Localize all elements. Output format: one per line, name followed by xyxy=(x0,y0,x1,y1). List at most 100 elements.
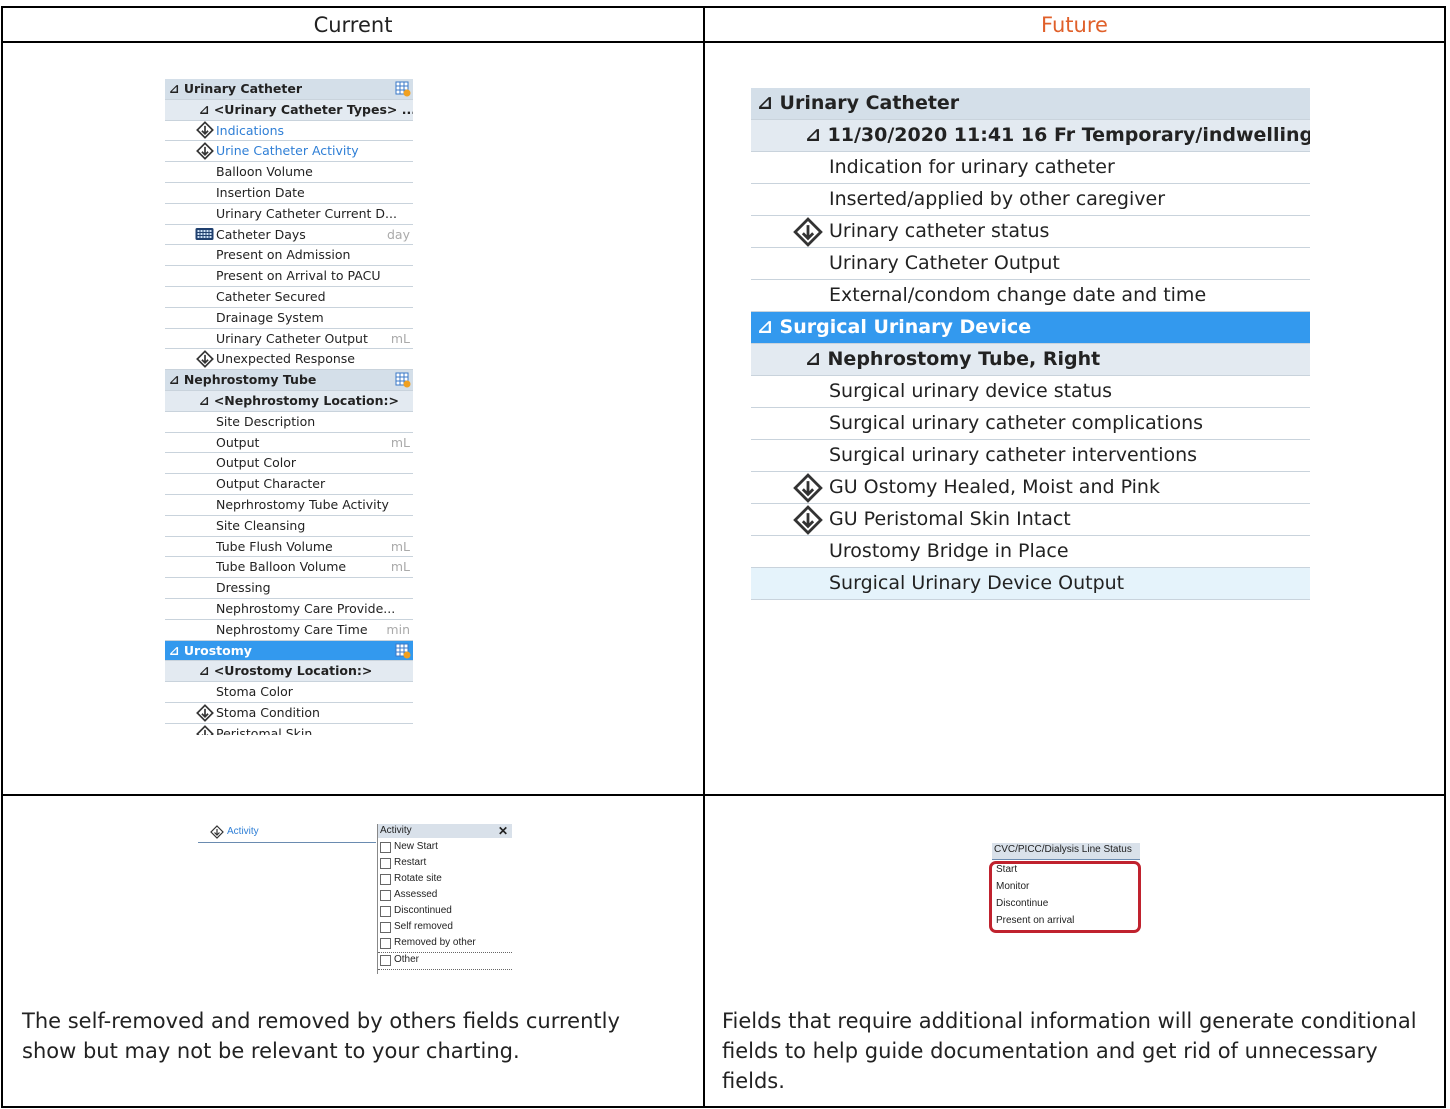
flowsheet-row[interactable]: Insertion Date xyxy=(165,183,413,204)
option-label: Restart xyxy=(394,857,427,868)
flowsheet-row[interactable]: Urinary Catheter Current D... xyxy=(165,204,413,225)
flowsheet-row[interactable]: Tube Flush Volume mL xyxy=(165,537,413,558)
flowsheet-row[interactable]: Neprhrostomy Tube Activity xyxy=(165,495,413,516)
group-header-row[interactable]: ⊿ Urostomy xyxy=(165,640,413,662)
diamond-down-icon xyxy=(196,121,214,140)
diamond-down-icon xyxy=(196,703,214,722)
activity-option[interactable]: Other xyxy=(378,952,512,970)
unit-label: mL xyxy=(390,538,410,554)
flowsheet-row[interactable]: Stoma Color xyxy=(165,682,413,703)
future-flowsheet-list: ⊿ Urinary Catheter ⊿ 11/30/2020 11:41 16 … xyxy=(751,88,1310,606)
activity-option[interactable]: Removed by other xyxy=(378,936,512,952)
checkbox[interactable] xyxy=(380,955,391,966)
row-label: Urinary Catheter Output xyxy=(216,330,368,346)
table-border-left xyxy=(1,6,3,1108)
option-label: Self removed xyxy=(394,921,453,932)
flowsheet-row[interactable]: Urinary catheter status xyxy=(751,216,1310,248)
flowsheet-row[interactable]: Indication for urinary catheter xyxy=(751,152,1310,184)
unit-label: mL xyxy=(390,434,410,450)
checkbox[interactable] xyxy=(380,842,391,853)
flowsheet-row[interactable]: Drainage System xyxy=(165,308,413,329)
table-column-divider xyxy=(703,6,705,1108)
row-label: Stoma Condition xyxy=(216,704,320,720)
checkbox[interactable] xyxy=(380,906,391,917)
checkbox[interactable] xyxy=(380,922,391,933)
row-label: Indication for urinary catheter xyxy=(829,156,1115,178)
flowsheet-row[interactable]: Tube Balloon Volume mL xyxy=(165,557,413,579)
flowsheet-row[interactable]: GU Ostomy Healed, Moist and Pink xyxy=(751,472,1310,504)
row-label: Peristomal Skin xyxy=(216,725,313,735)
table-border-right xyxy=(1444,6,1446,1108)
activity-option[interactable]: Assessed xyxy=(378,888,512,904)
flowsheet-row[interactable]: Urinary Catheter Output mL xyxy=(165,329,413,350)
activity-field-row[interactable]: Activity xyxy=(198,824,376,843)
activity-option[interactable]: Rotate site xyxy=(378,872,512,888)
row-label: Inserted/applied by other caregiver xyxy=(829,188,1166,210)
group-header-row[interactable]: ⊿ Urinary Catheter xyxy=(751,88,1310,120)
activity-option[interactable]: Self removed xyxy=(378,920,512,936)
row-label: GU Ostomy Healed, Moist and Pink xyxy=(829,476,1160,498)
flowsheet-row[interactable]: Urine Catheter Activity xyxy=(165,141,413,163)
group-header-row[interactable]: ⊿ Surgical Urinary Device xyxy=(751,312,1310,344)
checkbox[interactable] xyxy=(380,890,391,901)
row-label: Site Description xyxy=(216,413,316,429)
flowsheet-row[interactable]: Surgical Urinary Device Output xyxy=(751,568,1310,600)
flowsheet-row[interactable]: Surgical urinary catheter interventions xyxy=(751,440,1310,472)
row-label: Dressing xyxy=(216,580,271,596)
flowsheet-row[interactable]: Output mL xyxy=(165,433,413,454)
row-label: Urinary Catheter Current D... xyxy=(216,205,397,221)
row-label: Output xyxy=(216,434,260,450)
row-label: ⊿ Nephrostomy Tube, Right xyxy=(805,348,1101,370)
flowsheet-row[interactable]: Catheter Secured xyxy=(165,287,413,308)
flowsheet-row[interactable]: Site Description xyxy=(165,412,413,433)
row-label: Urinary catheter status xyxy=(829,220,1050,242)
flowsheet-row[interactable]: Output Color xyxy=(165,453,413,475)
option-label: Assessed xyxy=(394,889,438,900)
flowsheet-row[interactable]: Peristomal Skin xyxy=(165,724,413,735)
row-label: Unexpected Response xyxy=(216,351,355,367)
flowsheet-row[interactable]: GU Peristomal Skin Intact xyxy=(751,504,1310,536)
checkbox[interactable] xyxy=(380,858,391,869)
flowsheet-row[interactable]: Catheter Days day xyxy=(165,225,413,246)
flowsheet-row[interactable]: Nephrostomy Care Time min xyxy=(165,620,413,641)
subgroup-header-row[interactable]: ⊿ <Nephrostomy Location:> xyxy=(165,390,413,412)
row-label: Present on Admission xyxy=(216,247,351,263)
flowsheet-row[interactable]: Urostomy Bridge in Place xyxy=(751,536,1310,568)
flowsheet-row[interactable]: Output Character xyxy=(165,474,413,495)
grid-add-icon[interactable] xyxy=(395,643,411,659)
flowsheet-row[interactable]: Surgical urinary device status xyxy=(751,376,1310,408)
close-icon[interactable]: ✕ xyxy=(498,824,508,838)
checkbox[interactable] xyxy=(380,874,391,885)
flowsheet-row[interactable]: Stoma Condition xyxy=(165,703,413,724)
flowsheet-row[interactable]: Inserted/applied by other caregiver xyxy=(751,184,1310,216)
flowsheet-row[interactable]: Dressing xyxy=(165,578,413,599)
flowsheet-row[interactable]: Site Cleansing xyxy=(165,516,413,537)
row-label: ⊿ Urinary Catheter xyxy=(169,81,303,96)
flowsheet-row[interactable]: Surgical urinary catheter complications xyxy=(751,408,1310,440)
grid-add-icon[interactable] xyxy=(395,372,411,388)
activity-option[interactable]: Discontinued xyxy=(378,904,512,920)
flowsheet-row[interactable]: Nephrostomy Care Provide... xyxy=(165,599,413,620)
flowsheet-row[interactable]: Present on Admission xyxy=(165,245,413,267)
group-header-row[interactable]: ⊿ Urinary Catheter xyxy=(165,79,413,100)
checkbox[interactable] xyxy=(380,938,391,949)
activity-field-label: Activity xyxy=(227,826,259,837)
flowsheet-row[interactable]: External/condom change date and time xyxy=(751,280,1310,312)
subgroup-header-row[interactable]: ⊿ Nephrostomy Tube, Right xyxy=(751,344,1310,376)
activity-option[interactable]: New Start xyxy=(378,840,512,856)
subgroup-header-row[interactable]: ⊿ <Urinary Catheter Types> ... xyxy=(165,99,413,121)
subgroup-header-row[interactable]: ⊿ <Urostomy Location:> xyxy=(165,661,413,683)
row-label: Insertion Date xyxy=(216,184,305,200)
flowsheet-row[interactable]: Indications xyxy=(165,121,413,142)
diamond-down-icon xyxy=(793,472,823,503)
subgroup-header-row[interactable]: ⊿ 11/30/2020 11:41 16 Fr Temporary/indwe… xyxy=(751,120,1310,152)
grid-add-icon[interactable] xyxy=(395,81,411,97)
row-label: Output Color xyxy=(216,455,297,471)
activity-option[interactable]: Restart xyxy=(378,856,512,872)
flowsheet-row[interactable]: Urinary Catheter Output xyxy=(751,248,1310,280)
flowsheet-row[interactable]: Unexpected Response xyxy=(165,349,413,371)
flowsheet-row[interactable]: Present on Arrival to PACU xyxy=(165,266,413,287)
row-label: GU Peristomal Skin Intact xyxy=(829,508,1071,530)
flowsheet-row[interactable]: Balloon Volume xyxy=(165,162,413,183)
group-header-row[interactable]: ⊿ Nephrostomy Tube xyxy=(165,370,413,391)
